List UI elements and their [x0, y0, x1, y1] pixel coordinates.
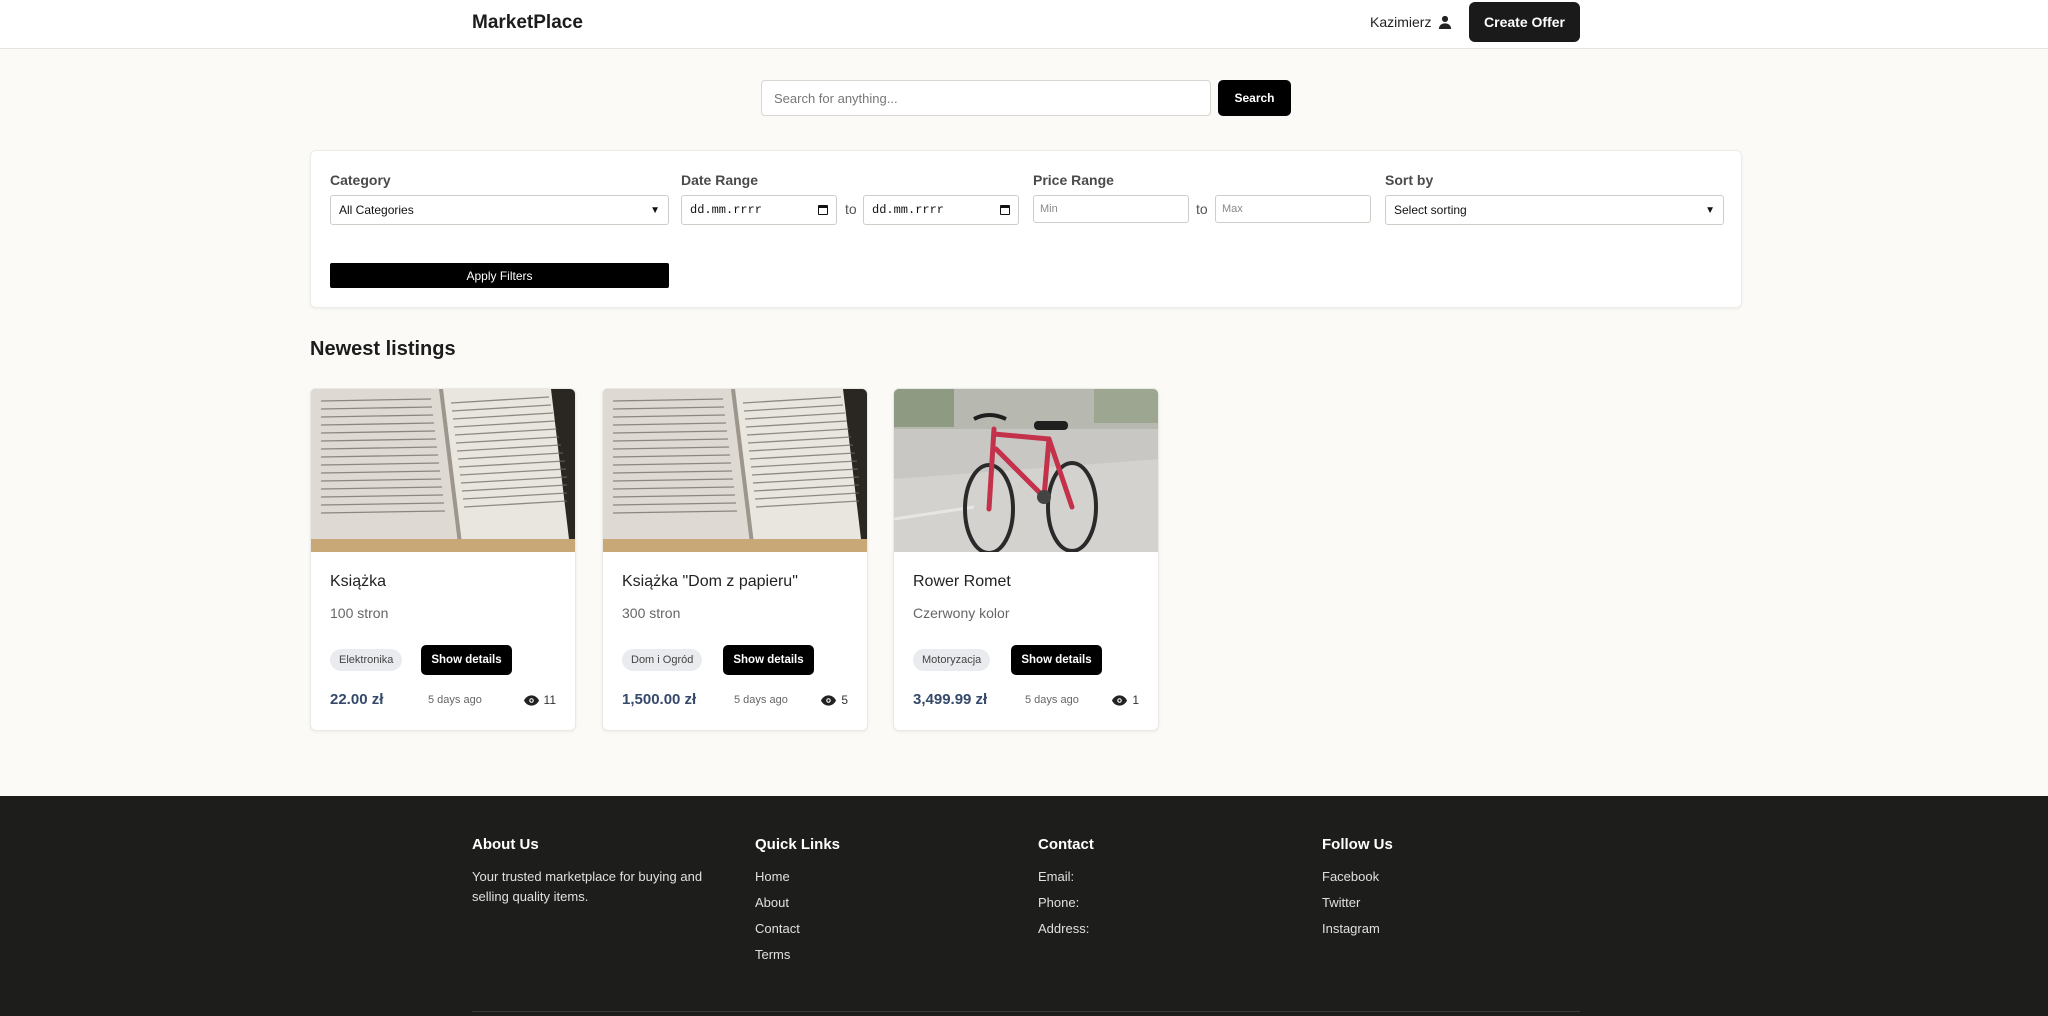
- listings-heading: Newest listings: [310, 338, 456, 360]
- footer-contact-email: Email:: [1038, 869, 1075, 884]
- listing-card[interactable]: Książka "Dom z papieru" 300 stron Dom i …: [602, 388, 868, 731]
- footer-about-text: Your trusted marketplace for buying and …: [472, 869, 703, 904]
- view-count: 11: [523, 693, 556, 707]
- footer-divider: [472, 1011, 1580, 1012]
- sort-select-value: Select sorting: [1394, 203, 1467, 217]
- site-logo[interactable]: MarketPlace: [472, 12, 583, 34]
- search-button[interactable]: Search: [1218, 80, 1291, 116]
- top-navbar: MarketPlace Kazimierz Create Offer: [0, 0, 2048, 49]
- price-to-separator: to: [1196, 201, 1208, 217]
- chevron-down-icon: ▼: [1705, 204, 1715, 216]
- view-count: 5: [821, 693, 848, 707]
- create-offer-button[interactable]: Create Offer: [1469, 2, 1580, 42]
- footer-link-contact[interactable]: Contact: [755, 919, 840, 945]
- footer-follow: Follow Us Facebook Twitter Instagram: [1322, 836, 1393, 945]
- footer-link-twitter[interactable]: Twitter: [1322, 893, 1393, 919]
- view-count-value: 11: [543, 693, 556, 707]
- chevron-down-icon: ▼: [650, 204, 660, 216]
- listing-price: 3,499.99 zł: [913, 691, 988, 708]
- date-from-input[interactable]: dd.mm.rrrr: [681, 195, 837, 225]
- category-badge: Elektronika: [330, 649, 403, 671]
- footer-contact-heading: Contact: [1038, 836, 1094, 853]
- footer-contact: Contact Email: Phone: Address:: [1038, 836, 1094, 945]
- listing-description: Czerwony kolor: [913, 605, 1010, 621]
- user-menu[interactable]: Kazimierz: [1370, 14, 1452, 30]
- sort-select[interactable]: Select sorting ▼: [1385, 195, 1724, 225]
- eye-icon: [523, 694, 539, 706]
- price-range-label: Price Range: [1033, 172, 1114, 188]
- footer-link-terms[interactable]: Terms: [755, 945, 840, 971]
- listing-card[interactable]: Książka 100 stron Elektronika Show detai…: [310, 388, 576, 731]
- show-details-button[interactable]: Show details: [723, 645, 814, 675]
- show-details-button[interactable]: Show details: [1011, 645, 1102, 675]
- listing-card[interactable]: Rower Romet Czerwony kolor Motoryzacja S…: [893, 388, 1159, 731]
- view-count-value: 5: [841, 693, 848, 707]
- listing-posted-time: 5 days ago: [734, 694, 788, 706]
- listing-description: 100 stron: [330, 605, 389, 621]
- listing-price: 1,500.00 zł: [622, 691, 697, 708]
- apply-filters-button[interactable]: Apply Filters: [330, 263, 669, 288]
- footer-link-instagram[interactable]: Instagram: [1322, 919, 1393, 945]
- username: Kazimierz: [1370, 14, 1432, 30]
- footer-quick-links: Quick Links Home About Contact Terms: [755, 836, 840, 971]
- listing-image-open-book[interactable]: [603, 389, 867, 552]
- listing-description: 300 stron: [622, 605, 681, 621]
- listing-image-open-book[interactable]: [311, 389, 575, 552]
- date-to-value: dd.mm.rrrr: [872, 203, 945, 217]
- site-footer: About Us Your trusted marketplace for bu…: [0, 796, 2048, 1016]
- category-badge: Dom i Ogród: [622, 649, 703, 671]
- footer-follow-heading: Follow Us: [1322, 836, 1393, 853]
- category-label: Category: [330, 172, 391, 188]
- sort-by-label: Sort by: [1385, 172, 1434, 188]
- footer-about: About Us Your trusted marketplace for bu…: [472, 836, 722, 907]
- date-to-input[interactable]: dd.mm.rrrr: [863, 195, 1019, 225]
- listing-title[interactable]: Książka "Dom z papieru": [622, 573, 798, 591]
- date-range-label: Date Range: [681, 172, 759, 188]
- search-input[interactable]: [761, 80, 1211, 116]
- calendar-icon[interactable]: [1000, 205, 1010, 215]
- listing-title[interactable]: Rower Romet: [913, 573, 1011, 591]
- filters-panel: Category All Categories ▼ Date Range dd.…: [310, 150, 1742, 308]
- listing-title[interactable]: Książka: [330, 573, 386, 591]
- price-min-input[interactable]: Min: [1033, 195, 1189, 223]
- category-badge: Motoryzacja: [913, 649, 991, 671]
- listing-image-red-bicycle[interactable]: [894, 389, 1158, 552]
- user-icon: [1439, 15, 1452, 29]
- footer-contact-address: Address:: [1038, 921, 1090, 936]
- footer-link-about[interactable]: About: [755, 893, 840, 919]
- calendar-icon[interactable]: [818, 205, 828, 215]
- price-max-input[interactable]: Max: [1215, 195, 1371, 223]
- view-count-value: 1: [1132, 693, 1139, 707]
- eye-icon: [1112, 694, 1128, 706]
- footer-about-heading: About Us: [472, 836, 539, 853]
- listing-price: 22.00 zł: [330, 691, 384, 708]
- listing-posted-time: 5 days ago: [428, 694, 482, 706]
- footer-link-facebook[interactable]: Facebook: [1322, 867, 1393, 893]
- view-count: 1: [1112, 693, 1139, 707]
- footer-quick-links-heading: Quick Links: [755, 836, 841, 853]
- date-to-separator: to: [845, 201, 857, 217]
- footer-link-home[interactable]: Home: [755, 867, 840, 893]
- eye-icon: [821, 694, 837, 706]
- footer-contact-phone: Phone:: [1038, 895, 1080, 910]
- listing-posted-time: 5 days ago: [1025, 694, 1079, 706]
- date-from-value: dd.mm.rrrr: [690, 203, 763, 217]
- category-select-value: All Categories: [339, 203, 414, 217]
- show-details-button[interactable]: Show details: [421, 645, 512, 675]
- category-select[interactable]: All Categories ▼: [330, 195, 669, 225]
